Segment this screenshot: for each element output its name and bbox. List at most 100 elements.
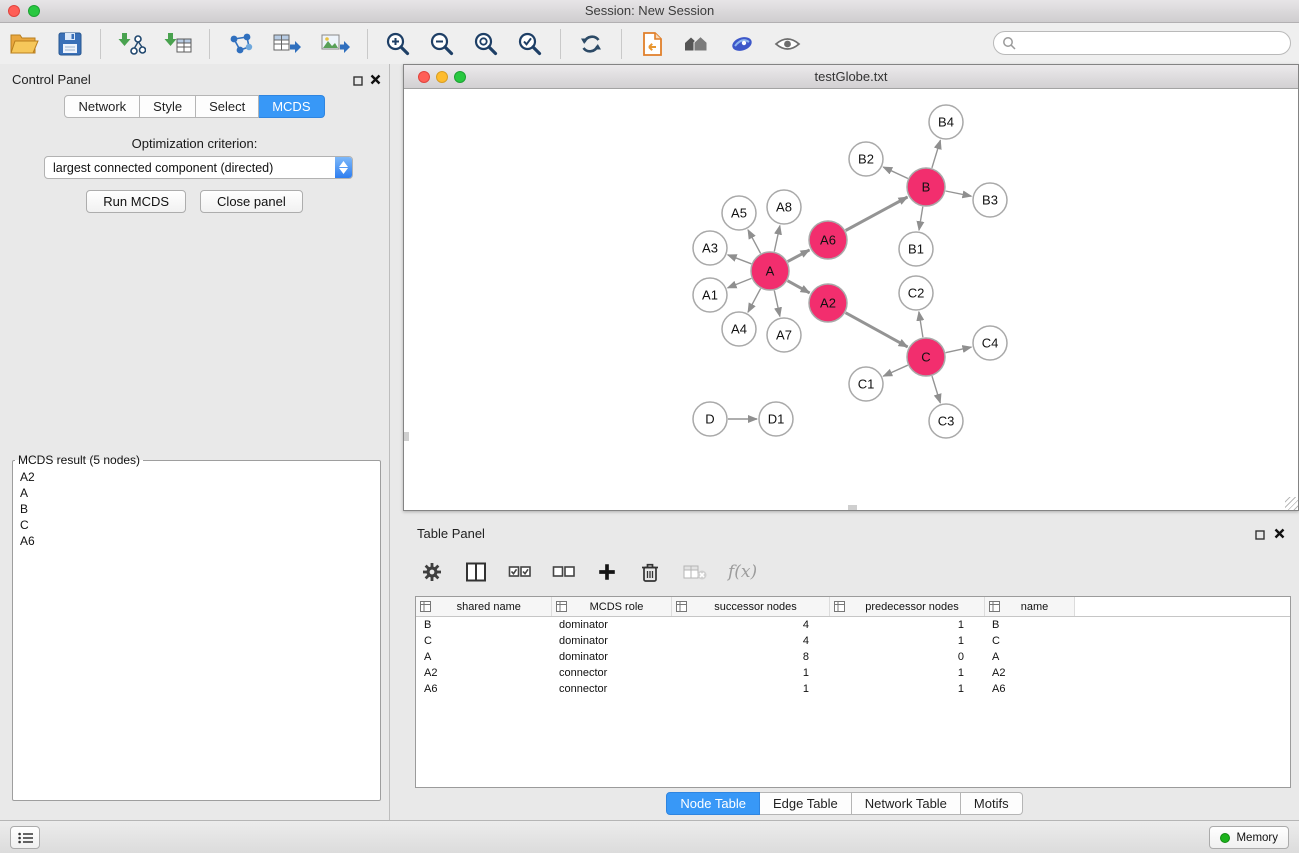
import-network-button[interactable]	[114, 27, 150, 61]
vizmapper-button[interactable]	[725, 27, 760, 61]
import-table-button[interactable]	[160, 27, 196, 61]
table-cell[interactable]: 4	[671, 617, 829, 634]
close-panel-icon[interactable]	[370, 72, 381, 90]
search-box[interactable]	[993, 31, 1291, 55]
graph-edge-C-C3[interactable]	[932, 376, 940, 403]
graph-edge-A-A2[interactable]	[788, 281, 810, 293]
unselect-all-columns-button[interactable]	[552, 561, 576, 583]
table-cell[interactable]: dominator	[551, 617, 671, 634]
table-cell[interactable]: A6	[416, 681, 551, 697]
table-settings-button[interactable]	[420, 560, 444, 584]
graph-edge-A-A4[interactable]	[748, 289, 761, 313]
table-cell[interactable]: 0	[829, 649, 984, 665]
table-cell[interactable]: A2	[416, 665, 551, 681]
new-network-button[interactable]	[223, 27, 258, 61]
column-header-name[interactable]: name	[984, 597, 1074, 617]
memory-button[interactable]: Memory	[1209, 826, 1289, 849]
table-row[interactable]: A6connector11A6	[416, 681, 1290, 697]
save-session-button[interactable]	[53, 27, 87, 61]
delete-table-button[interactable]	[682, 561, 708, 583]
tab-node-table[interactable]: Node Table	[666, 792, 760, 815]
float-table-panel-icon[interactable]	[1255, 527, 1265, 545]
graph-edge-A-A6[interactable]	[788, 250, 810, 262]
tab-motifs[interactable]: Motifs	[961, 792, 1023, 815]
tab-style[interactable]: Style	[140, 95, 196, 118]
graph-edge-A-A1[interactable]	[728, 278, 752, 288]
tab-network-table[interactable]: Network Table	[852, 792, 961, 815]
table-cell[interactable]: 1	[829, 633, 984, 649]
table-cell[interactable]: C	[984, 633, 1074, 649]
criterion-dropdown[interactable]: largest connected component (directed)	[44, 156, 353, 179]
create-column-button[interactable]	[596, 561, 618, 583]
close-panel-button[interactable]: Close panel	[200, 190, 303, 213]
zoom-out-button[interactable]	[425, 27, 459, 61]
table-cell[interactable]: 4	[671, 633, 829, 649]
graph-edge-C-C4[interactable]	[946, 347, 972, 353]
table-cell[interactable]: 8	[671, 649, 829, 665]
result-item[interactable]: A6	[15, 533, 378, 549]
result-item[interactable]: C	[15, 517, 378, 533]
graph-edge-A-A5[interactable]	[748, 230, 761, 254]
table-cell[interactable]: A6	[984, 681, 1074, 697]
table-cell[interactable]: B	[984, 617, 1074, 634]
table-cell[interactable]: C	[416, 633, 551, 649]
table-cell[interactable]: connector	[551, 665, 671, 681]
zoom-fit-button[interactable]	[469, 27, 503, 61]
column-header-mcds-role[interactable]: MCDS role	[551, 597, 671, 617]
export-image-button[interactable]	[316, 27, 354, 61]
resize-grip[interactable]	[1285, 497, 1298, 510]
table-cell[interactable]: A	[416, 649, 551, 665]
table-cell[interactable]: A	[984, 649, 1074, 665]
network-canvas[interactable]: B4B2BB3A5A8A6B1A3AC2A1A2A4A7C4CC1C3DD1	[404, 89, 1298, 510]
tab-network[interactable]: Network	[64, 95, 140, 118]
table-cell[interactable]: 1	[671, 665, 829, 681]
network-file-button[interactable]	[635, 27, 669, 61]
graph-edge-B-B1[interactable]	[919, 207, 923, 231]
select-all-columns-button[interactable]	[508, 561, 532, 583]
zoom-selected-button[interactable]	[513, 27, 547, 61]
graph-edge-A6-B[interactable]	[846, 197, 908, 231]
table-row[interactable]: A2connector11A2	[416, 665, 1290, 681]
column-header-predecessor-nodes[interactable]: predecessor nodes	[829, 597, 984, 617]
tab-select[interactable]: Select	[196, 95, 259, 118]
table-row[interactable]: Bdominator41B	[416, 617, 1290, 634]
table-cell[interactable]: 1	[829, 617, 984, 634]
table-cell[interactable]: dominator	[551, 649, 671, 665]
table-row[interactable]: Adominator80A	[416, 649, 1290, 665]
graph-edge-B-B4[interactable]	[932, 140, 941, 168]
close-table-panel-icon[interactable]	[1274, 526, 1285, 544]
graph-edge-A-A7[interactable]	[774, 291, 780, 317]
graph-edge-A2-C[interactable]	[846, 313, 908, 347]
graph-edge-C-C2[interactable]	[919, 312, 923, 337]
home-button[interactable]	[679, 27, 715, 61]
table-cell[interactable]: 1	[829, 681, 984, 697]
open-session-button[interactable]	[5, 27, 43, 61]
delete-column-button[interactable]	[638, 560, 662, 584]
column-header-successor-nodes[interactable]: successor nodes	[671, 597, 829, 617]
table-cell[interactable]: dominator	[551, 633, 671, 649]
task-history-button[interactable]	[10, 826, 40, 849]
column-header-shared-name[interactable]: shared name	[416, 597, 551, 617]
table-row[interactable]: Cdominator41C	[416, 633, 1290, 649]
table-cell[interactable]: 1	[829, 665, 984, 681]
export-table-button[interactable]	[268, 27, 306, 61]
zoom-in-button[interactable]	[381, 27, 415, 61]
table-cell[interactable]: A2	[984, 665, 1074, 681]
result-item[interactable]: B	[15, 501, 378, 517]
graph-edge-A-A8[interactable]	[774, 226, 780, 252]
table-cell[interactable]: 1	[671, 681, 829, 697]
tab-mcds[interactable]: MCDS	[259, 95, 324, 118]
graph-edge-B-B3[interactable]	[946, 191, 972, 196]
refresh-button[interactable]	[574, 27, 608, 61]
result-item[interactable]: A2	[15, 469, 378, 485]
graph-edge-B-B2[interactable]	[883, 167, 908, 179]
graph-edge-A-A3[interactable]	[728, 255, 752, 264]
tab-edge-table[interactable]: Edge Table	[760, 792, 852, 815]
search-input[interactable]	[1020, 35, 1282, 51]
run-mcds-button[interactable]: Run MCDS	[86, 190, 186, 213]
result-item[interactable]: A	[15, 485, 378, 501]
table-cell[interactable]: B	[416, 617, 551, 634]
table-cell[interactable]: connector	[551, 681, 671, 697]
show-columns-button[interactable]	[464, 560, 488, 584]
function-builder-button[interactable]: f(x)	[728, 562, 757, 582]
